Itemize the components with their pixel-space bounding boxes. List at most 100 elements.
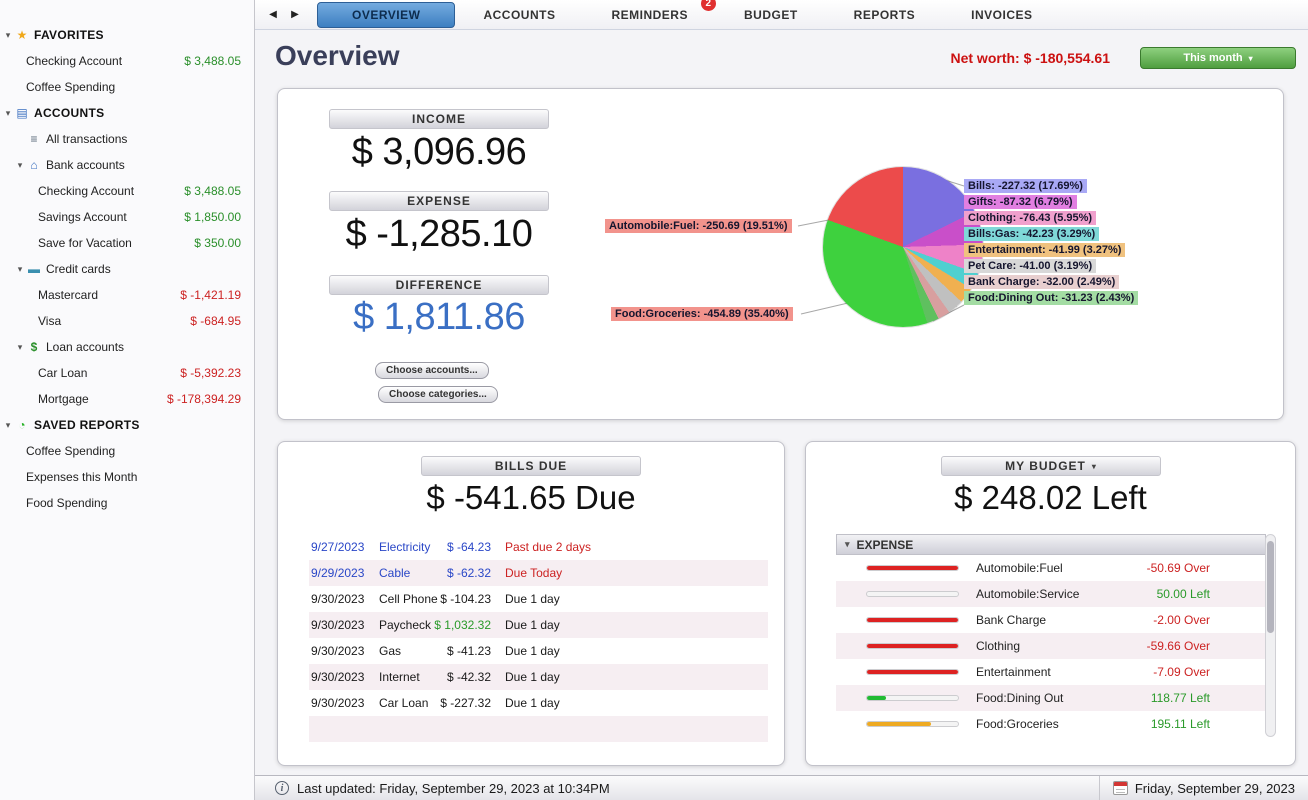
sidebar-item-coffee-spending[interactable]: Coffee Spending [0,74,254,100]
sidebar-section-accounts[interactable]: ▾ ▤ ACCOUNTS [0,100,254,126]
budget-amount: -59.66 Over [1146,639,1210,653]
bill-row[interactable]: 9/30/2023 Car Loan $ -227.32 Due 1 day [309,690,768,716]
nav-arrows: ◀ ▶ [265,7,303,23]
choose-categories-button[interactable]: Choose categories... [378,386,498,403]
sidebar-item-amount: $ 3,488.05 [184,54,241,68]
budget-progress-bar [866,695,959,701]
forward-icon[interactable]: ▶ [287,7,303,23]
overview-panel: INCOME $ 3,096.96 EXPENSE $ -1,285.10 DI… [277,88,1284,420]
pie-slice-label: Bank Charge: -32.00 (2.49%) [964,275,1120,289]
info-icon: i [275,781,289,795]
pie-chart [823,167,983,327]
tab-reminders[interactable]: REMINDERS 2 [583,0,716,27]
tab-budget[interactable]: BUDGET [716,3,826,27]
sidebar-item-food-spending[interactable]: Food Spending [0,490,254,516]
bill-amount: $ -41.23 [446,644,491,658]
budget-header[interactable]: MY BUDGET ▾ [941,456,1161,476]
sidebar-item-checking-account[interactable]: Checking Account $ 3,488.05 [0,48,254,74]
sidebar-item-amount: $ -1,421.19 [180,288,241,302]
bill-amount: $ -64.23 [446,540,491,554]
chevron-down-icon[interactable]: ▾ [14,160,26,171]
budget-category-label: Automobile:Service [976,587,1080,601]
sidebar-item-bank-accounts[interactable]: ▾ ⌂ Bank accounts [0,152,254,178]
net-worth: Net worth: $ -180,554.61 [950,50,1110,66]
chevron-down-icon[interactable]: ▾ [2,420,14,431]
sidebar-item-savings-account[interactable]: Savings Account $ 1,850.00 [0,204,254,230]
sidebar-item-credit-cards[interactable]: ▾ ▬ Credit cards [0,256,254,282]
pie-slice-label: Clothing: -76.43 (5.95%) [964,211,1097,225]
budget-scrollbar-thumb[interactable] [1267,541,1274,633]
tab-overview[interactable]: OVERVIEW [317,1,456,28]
reminders-badge: 2 [700,0,716,11]
budget-progress-fill [867,696,887,700]
sidebar-item-label: All transactions [46,132,128,146]
sidebar-item-amount: $ 350.00 [194,236,241,250]
income-value: $ 3,096.96 [351,131,527,173]
sidebar-item-expenses-this-month[interactable]: Expenses this Month [0,464,254,490]
sidebar-item-label: Visa [38,314,62,328]
budget-row[interactable]: Clothing -59.66 Over [836,633,1266,659]
sidebar: ▾ ★ FAVORITES Checking Account $ 3,488.05 Cof… [0,0,255,800]
sidebar-item-label: Expenses this Month [26,470,138,484]
bill-row[interactable]: 9/30/2023 Cell Phone $ -104.23 Due 1 day [309,586,768,612]
bill-date: 9/30/2023 [311,618,365,632]
chevron-down-icon[interactable]: ▾ [14,342,26,353]
pie-slice-label: Food:Groceries: -454.89 (35.40%) [611,307,793,321]
sidebar-item-label: Savings Account [38,210,127,224]
net-worth-value: $ -180,554.61 [1023,50,1110,66]
sidebar-item-car-loan[interactable]: Car Loan $ -5,392.23 [0,360,254,386]
difference-header: DIFFERENCE [329,275,549,295]
sidebar-item-label: FAVORITES [34,28,104,42]
budget-row[interactable]: Food:Groceries 195.11 Left [836,711,1266,737]
chevron-down-icon: ▾ [845,539,850,549]
budget-category-label: Entertainment [976,665,1051,679]
sidebar-item-all-transactions[interactable]: ≡ All transactions [0,126,254,152]
pie-slice-label: Automobile:Fuel: -250.69 (19.51%) [605,219,792,233]
tab-reports[interactable]: REPORTS [826,3,944,27]
choose-accounts-button[interactable]: Choose accounts... [375,362,489,379]
chevron-down-icon[interactable]: ▾ [2,108,14,119]
sidebar-item-loan-accounts[interactable]: ▾ $ Loan accounts [0,334,254,360]
app-window: ▾ ★ FAVORITES Checking Account $ 3,488.05 Cof… [0,0,1308,800]
budget-row[interactable]: Entertainment -7.09 Over [836,659,1266,685]
sidebar-item-label: Mortgage [38,392,89,406]
sidebar-section-saved-reports[interactable]: ▾ ◔ SAVED REPORTS [0,412,254,438]
pie-slice-label: Gifts: -87.32 (6.79%) [964,195,1077,209]
tab-accounts[interactable]: ACCOUNTS [455,3,583,27]
chevron-down-icon[interactable]: ▾ [14,264,26,275]
chevron-down-icon[interactable]: ▾ [2,30,14,41]
tab-invoices[interactable]: INVOICES [943,3,1060,27]
bill-amount: $ -227.32 [440,696,491,710]
bill-row[interactable]: 9/30/2023 Paycheck $ 1,032.32 Due 1 day [309,612,768,638]
sidebar-item-visa[interactable]: Visa $ -684.95 [0,308,254,334]
bill-row[interactable]: 9/27/2023 Electricity $ -64.23 Past due 2 d… [309,534,768,560]
sidebar-item-mortgage[interactable]: Mortgage $ -178,394.29 [0,386,254,412]
budget-row[interactable]: Automobile:Service 50.00 Left [836,581,1266,607]
tab-label: BUDGET [743,7,798,22]
tab-label: REMINDERS [611,7,688,22]
sidebar-rows: ▾ ★ FAVORITES Checking Account $ 3,488.05 Cof… [0,0,254,516]
bill-status: Due 1 day [505,670,560,684]
sidebar-item-checking-account[interactable]: Checking Account $ 3,488.05 [0,178,254,204]
sidebar-item-mastercard[interactable]: Mastercard $ -1,421.19 [0,282,254,308]
bill-row[interactable]: 9/30/2023 Internet $ -42.32 Due 1 day [309,664,768,690]
sidebar-section-favorites[interactable]: ▾ ★ FAVORITES [0,22,254,48]
bill-row[interactable] [309,716,768,742]
bill-status: Due 1 day [505,644,560,658]
income-header: INCOME [329,109,549,129]
sidebar-item-label: Checking Account [38,184,135,198]
bill-row[interactable]: 9/29/2023 Cable $ -62.32 Due Today [309,560,768,586]
period-selector-button[interactable]: This month ▾ [1140,47,1296,69]
last-updated-text: Last updated: Friday, September 29, 2023… [297,780,610,796]
bill-row[interactable]: 9/30/2023 Gas $ -41.23 Due 1 day [309,638,768,664]
sidebar-item-coffee-spending[interactable]: Coffee Spending [0,438,254,464]
budget-expense-section-header[interactable]: ▾ EXPENSE [836,534,1266,555]
budget-row[interactable]: Automobile:Fuel -50.69 Over [836,555,1266,581]
sidebar-item-save-for-vacation[interactable]: Save for Vacation $ 350.00 [0,230,254,256]
back-icon[interactable]: ◀ [265,7,281,23]
budget-row[interactable]: Bank Charge -2.00 Over [836,607,1266,633]
budget-row[interactable]: Food:Dining Out 118.77 Left [836,685,1266,711]
bill-amount: $ -62.32 [446,566,491,580]
bill-date: 9/29/2023 [311,566,365,580]
budget-scrollbar[interactable] [1265,534,1276,737]
